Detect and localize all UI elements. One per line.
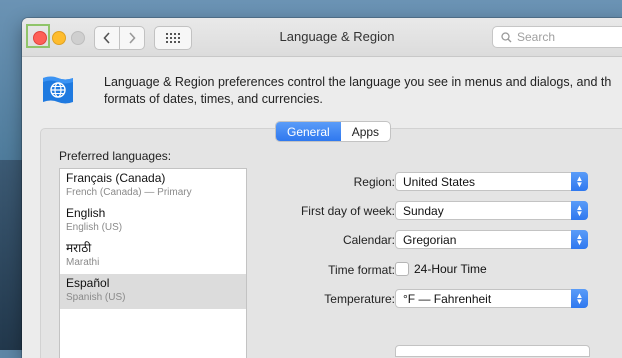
language-name: मराठी	[66, 241, 92, 255]
language-subtitle: Spanish (US)	[66, 292, 126, 303]
time-format-checkbox-row[interactable]: 24-Hour Time	[395, 262, 487, 276]
region-label: Region:	[353, 175, 395, 189]
calendar-select[interactable]: Gregorian ▲ ▼	[395, 230, 588, 249]
list-item[interactable]: Español Spanish (US)	[60, 274, 246, 309]
intro-line-1: Language & Region preferences control th…	[104, 75, 612, 89]
preferred-languages-label: Preferred languages:	[59, 149, 172, 163]
time-format-label: Time format:	[328, 263, 395, 277]
search-icon	[501, 31, 512, 42]
tab-control: General Apps	[275, 121, 392, 142]
temperature-value: °F — Fahrenheit	[403, 291, 492, 306]
intro-text: Language & Region preferences control th…	[104, 74, 622, 108]
intro-line-2: formats of dates, times, and currencies.	[104, 92, 323, 106]
list-item[interactable]: मराठी Marathi	[60, 239, 246, 274]
first-day-value: Sunday	[403, 203, 444, 218]
chevron-up-down-icon: ▲ ▼	[571, 201, 588, 220]
search-field[interactable]: Search	[492, 26, 622, 48]
chevron-up-down-icon: ▲ ▼	[571, 289, 588, 308]
language-name: English	[66, 206, 106, 220]
tab-apps[interactable]: Apps	[341, 122, 390, 141]
temperature-label: Temperature:	[324, 292, 395, 306]
list-item[interactable]: English English (US)	[60, 204, 246, 239]
language-name: Español	[66, 276, 110, 290]
chevron-up-down-icon: ▲ ▼	[571, 172, 588, 191]
additional-select[interactable]	[395, 345, 590, 357]
language-name: Français (Canada)	[66, 171, 166, 185]
calendar-label: Calendar:	[342, 233, 395, 247]
preferred-languages-list[interactable]: Français (Canada) French (Canada) — Prim…	[59, 168, 247, 358]
flag-globe-icon	[43, 76, 73, 104]
region-value: United States	[403, 174, 476, 189]
language-subtitle: French (Canada) — Primary	[66, 187, 192, 198]
calendar-value: Gregorian	[403, 232, 457, 247]
region-select[interactable]: United States ▲ ▼	[395, 172, 588, 191]
title-bar: Language & Region Search	[22, 18, 622, 57]
first-day-select[interactable]: Sunday ▲ ▼	[395, 201, 588, 220]
tab-general[interactable]: General	[276, 122, 341, 141]
temperature-select[interactable]: °F — Fahrenheit ▲ ▼	[395, 289, 588, 308]
list-item[interactable]: Français (Canada) French (Canada) — Prim…	[60, 169, 246, 204]
search-placeholder: Search	[517, 30, 556, 44]
first-day-label: First day of week:	[300, 204, 395, 218]
chevron-up-down-icon: ▲ ▼	[571, 230, 588, 249]
time-format-option: 24-Hour Time	[414, 262, 487, 276]
time-format-checkbox[interactable]	[395, 262, 409, 276]
language-subtitle: Marathi	[66, 257, 100, 268]
preferences-window: Language & Region Search Language & Regi…	[22, 18, 622, 358]
language-subtitle: English (US)	[66, 222, 123, 233]
